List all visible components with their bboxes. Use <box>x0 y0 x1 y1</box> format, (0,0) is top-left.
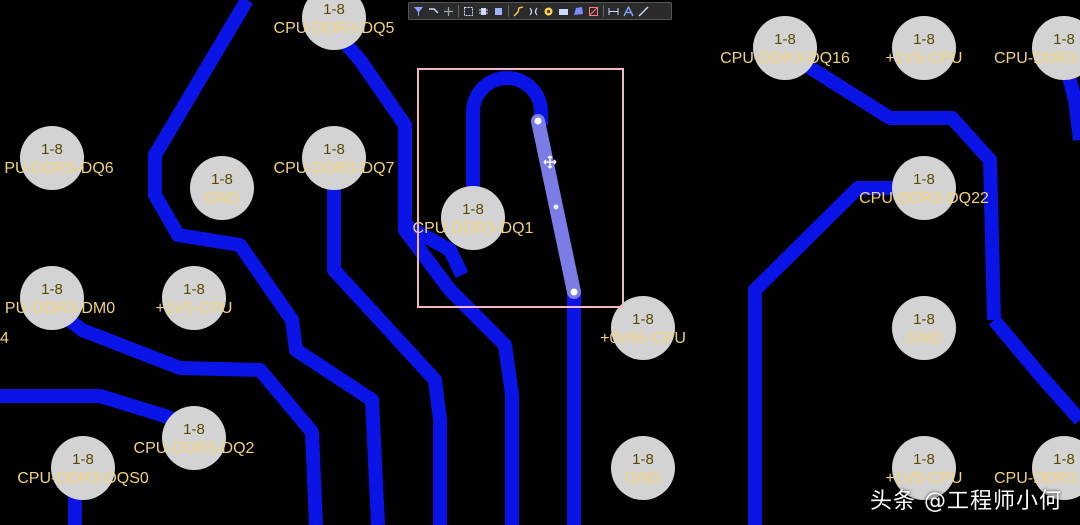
pad-circle <box>190 156 254 220</box>
pad-circle <box>20 126 84 190</box>
pad-net-label: GND <box>625 470 661 487</box>
interactive-route-icon[interactable] <box>512 5 525 18</box>
floating-toolbar <box>408 2 672 20</box>
segment-start-handle[interactable] <box>534 117 542 125</box>
pad-number: 1-8 <box>72 451 94 468</box>
pad-number: 1-8 <box>462 201 484 218</box>
pad-number: 1-8 <box>913 171 935 188</box>
pad-net-label: GND <box>204 190 240 207</box>
pad-icon[interactable] <box>492 5 505 18</box>
pad-net-label: GND <box>906 330 942 347</box>
pad-number: 1-8 <box>323 1 345 18</box>
component-icon[interactable] <box>477 5 490 18</box>
pad-circle <box>51 436 115 500</box>
pad-net-label: CPU-DDR3-DQ7 <box>274 160 395 177</box>
pad-number: 1-8 <box>1053 451 1075 468</box>
pad[interactable]: 1-8 GND <box>892 296 956 360</box>
toolbar-separator <box>603 5 604 17</box>
pad-number: 1-8 <box>913 311 935 328</box>
pad-net-label: PU-DDR3-DQ6 <box>4 160 113 177</box>
pad-number: 1-8 <box>913 31 935 48</box>
toolbar-separator <box>508 5 509 17</box>
pad-number: 1-8 <box>1053 31 1075 48</box>
select-filter-icon[interactable] <box>412 5 425 18</box>
text-icon[interactable] <box>622 5 635 18</box>
pad-number: 1-8 <box>632 311 654 328</box>
pad-circle <box>753 16 817 80</box>
pad-circle <box>611 436 675 500</box>
pad[interactable]: 1-8 GND <box>611 436 675 500</box>
dimension-icon[interactable] <box>607 5 620 18</box>
pad-number: 1-8 <box>323 141 345 158</box>
cross-icon[interactable] <box>442 5 455 18</box>
keepout-icon[interactable] <box>587 5 600 18</box>
pad-net-label: PU-DDR3-DM0 <box>5 300 115 317</box>
pad-circle <box>892 296 956 360</box>
pad-net-label: CPU-DDR3-DQ2 <box>134 440 255 457</box>
pad-net-label: +1V5-CPU <box>156 300 233 317</box>
pad-circle <box>162 266 226 330</box>
pad-net-label: CPU-DDR3-DQS0 <box>17 470 149 487</box>
pad-circle <box>162 406 226 470</box>
pad-number: 1-8 <box>41 281 63 298</box>
partial-edge-label: 4 <box>0 330 9 347</box>
pad-number: 1-8 <box>913 451 935 468</box>
via-icon[interactable] <box>542 5 555 18</box>
pad-number: 1-8 <box>774 31 796 48</box>
polygon-icon[interactable] <box>572 5 585 18</box>
pad-circle <box>892 16 956 80</box>
segment-mid-handle[interactable] <box>553 204 559 210</box>
pad-number: 1-8 <box>632 451 654 468</box>
pad-net-label: +1V5-CPU <box>886 50 963 67</box>
pad-number: 1-8 <box>211 171 233 188</box>
pad-circle <box>892 156 956 220</box>
pad-net-label: CPU-DDR3-DQ22 <box>859 190 989 207</box>
rect-select-icon[interactable] <box>462 5 475 18</box>
pad-circle <box>302 126 366 190</box>
fill-icon[interactable] <box>557 5 570 18</box>
segment-end-handle[interactable] <box>570 288 578 296</box>
pad-circle <box>20 266 84 330</box>
pad-number: 1-8 <box>41 141 63 158</box>
pad-net-label: CPU-DDR3 <box>994 50 1077 67</box>
pcb-canvas[interactable]: 1-8 CPU-DDR3-DQ5 1-8 PU-DDR3-DQ6 1-8 GND… <box>0 0 1080 525</box>
pad-circle <box>611 296 675 360</box>
route-icon[interactable] <box>427 5 440 18</box>
pad-net-label: CPU-DDR3-DQ1 <box>413 220 534 237</box>
diff-pair-icon[interactable] <box>527 5 540 18</box>
pad-net-label: +0V95-CPU <box>600 330 686 347</box>
pad-circle <box>441 186 505 250</box>
pad-net-label: CPU-DDR3-DQ5 <box>274 20 395 37</box>
pad-number: 1-8 <box>183 421 205 438</box>
toolbar-separator <box>458 5 459 17</box>
pad-net-label: CPU-DDR3-DQ16 <box>720 50 850 67</box>
pad-number: 1-8 <box>183 281 205 298</box>
watermark: 头条 @工程师小何 <box>870 489 1062 514</box>
line-icon[interactable] <box>637 5 650 18</box>
pad[interactable]: 1-8 GND <box>190 156 254 220</box>
